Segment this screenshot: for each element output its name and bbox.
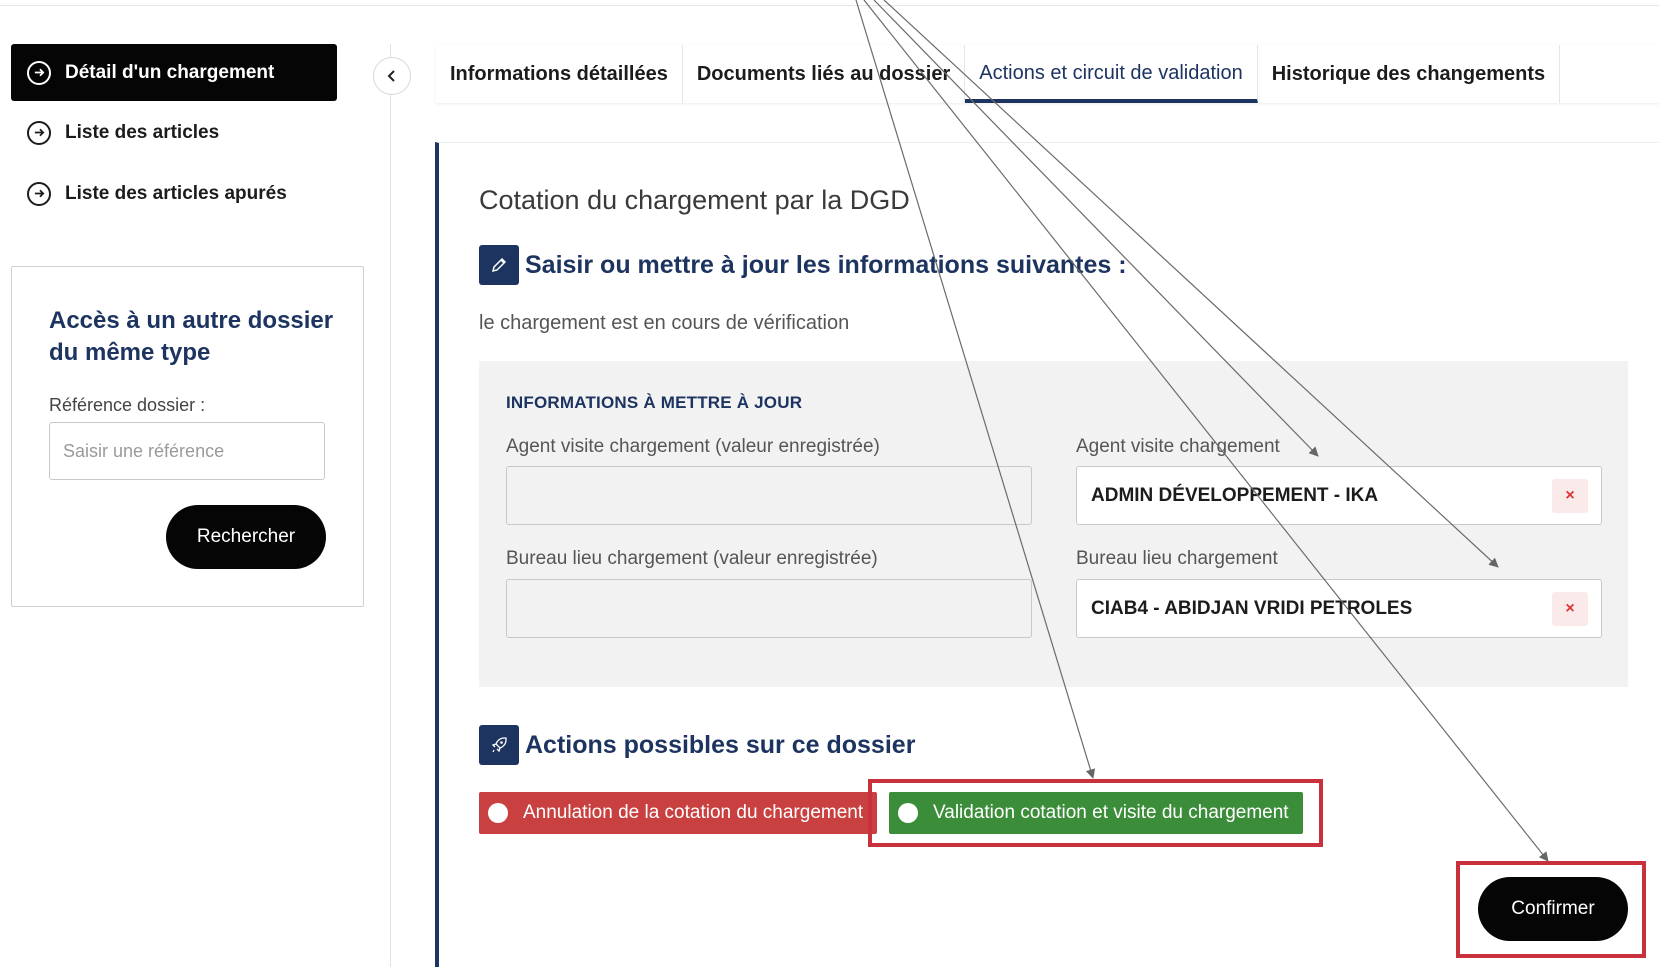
clear-bureau-button[interactable]: × (1552, 592, 1588, 626)
sidebar-item-detail-chargement[interactable]: Détail d'un chargement (11, 44, 337, 101)
tab-actions-validation[interactable]: Actions et circuit de validation (965, 45, 1258, 103)
agent-label: Agent visite chargement (1076, 436, 1280, 457)
arrow-right-circle-icon (27, 181, 51, 206)
actions-heading-text: Actions possibles sur ce dossier (525, 730, 916, 759)
sidebar-item-label: Liste des articles apurés (65, 182, 287, 204)
arrow-right-circle-icon (27, 120, 51, 145)
info-box-header: INFORMATIONS À METTRE À JOUR (506, 393, 803, 412)
pencil-icon (479, 245, 519, 285)
status-text: le chargement est en cours de vérificati… (479, 312, 850, 334)
sidebar-item-label: Liste des articles (65, 121, 220, 143)
sidebar-divider (390, 44, 391, 967)
tab-informations-detaillees[interactable]: Informations détaillées (436, 45, 683, 103)
arrow-right-circle-icon (27, 60, 51, 85)
sidebar-item-liste-articles[interactable]: Liste des articles (11, 104, 337, 161)
search-panel-title: Accès à un autre dossier du même type (49, 307, 334, 366)
tab-historique[interactable]: Historique des changements (1258, 45, 1561, 103)
chevron-left-icon (387, 70, 395, 82)
bureau-saved-label: Bureau lieu chargement (valeur enregistr… (506, 548, 878, 569)
tab-documents-lies[interactable]: Documents liés au dossier (683, 45, 966, 103)
cancel-cotation-label: Annulation de la cotation du chargement (523, 802, 864, 823)
sidebar-item-liste-articles-apures[interactable]: Liste des articles apurés (11, 165, 337, 222)
clear-agent-button[interactable]: × (1552, 479, 1588, 513)
top-divider (0, 5, 1659, 6)
actions-heading: Actions possibles sur ce dossier (479, 725, 915, 765)
tab-bar: Informations détaillées Documents liés a… (436, 45, 1659, 103)
other-dossier-search-panel: Accès à un autre dossier du même type Ré… (11, 266, 364, 607)
agent-select[interactable]: ADMIN DÉVELOPPEMENT - IKA × (1076, 466, 1602, 525)
reference-label: Référence dossier : (49, 395, 206, 415)
search-button[interactable]: Rechercher (166, 505, 326, 569)
form-heading-text: Saisir ou mettre à jour les informations… (525, 250, 1127, 279)
agent-saved-field (506, 466, 1032, 525)
agent-value: ADMIN DÉVELOPPEMENT - IKA (1091, 484, 1379, 506)
bureau-value: CIAB4 - ABIDJAN VRIDI PETROLES (1091, 597, 1413, 619)
bureau-select[interactable]: CIAB4 - ABIDJAN VRIDI PETROLES × (1076, 579, 1602, 638)
collapse-sidebar-button[interactable] (373, 57, 411, 95)
sidebar-item-label: Détail d'un chargement (65, 61, 275, 83)
reference-input[interactable] (49, 422, 325, 480)
agent-saved-label: Agent visite chargement (valeur enregist… (506, 436, 880, 457)
close-icon: × (1565, 487, 1575, 504)
highlight-confirm-box (1456, 861, 1646, 958)
highlight-validate-box (868, 779, 1323, 847)
radio-button[interactable] (488, 803, 508, 823)
bureau-label: Bureau lieu chargement (1076, 548, 1278, 569)
close-icon: × (1565, 600, 1575, 617)
section-title: Cotation du chargement par la DGD (479, 185, 910, 215)
rocket-icon (479, 725, 519, 765)
bureau-saved-field (506, 579, 1032, 638)
form-heading: Saisir ou mettre à jour les informations… (479, 245, 1127, 285)
cancel-cotation-option[interactable]: Annulation de la cotation du chargement (479, 792, 877, 834)
